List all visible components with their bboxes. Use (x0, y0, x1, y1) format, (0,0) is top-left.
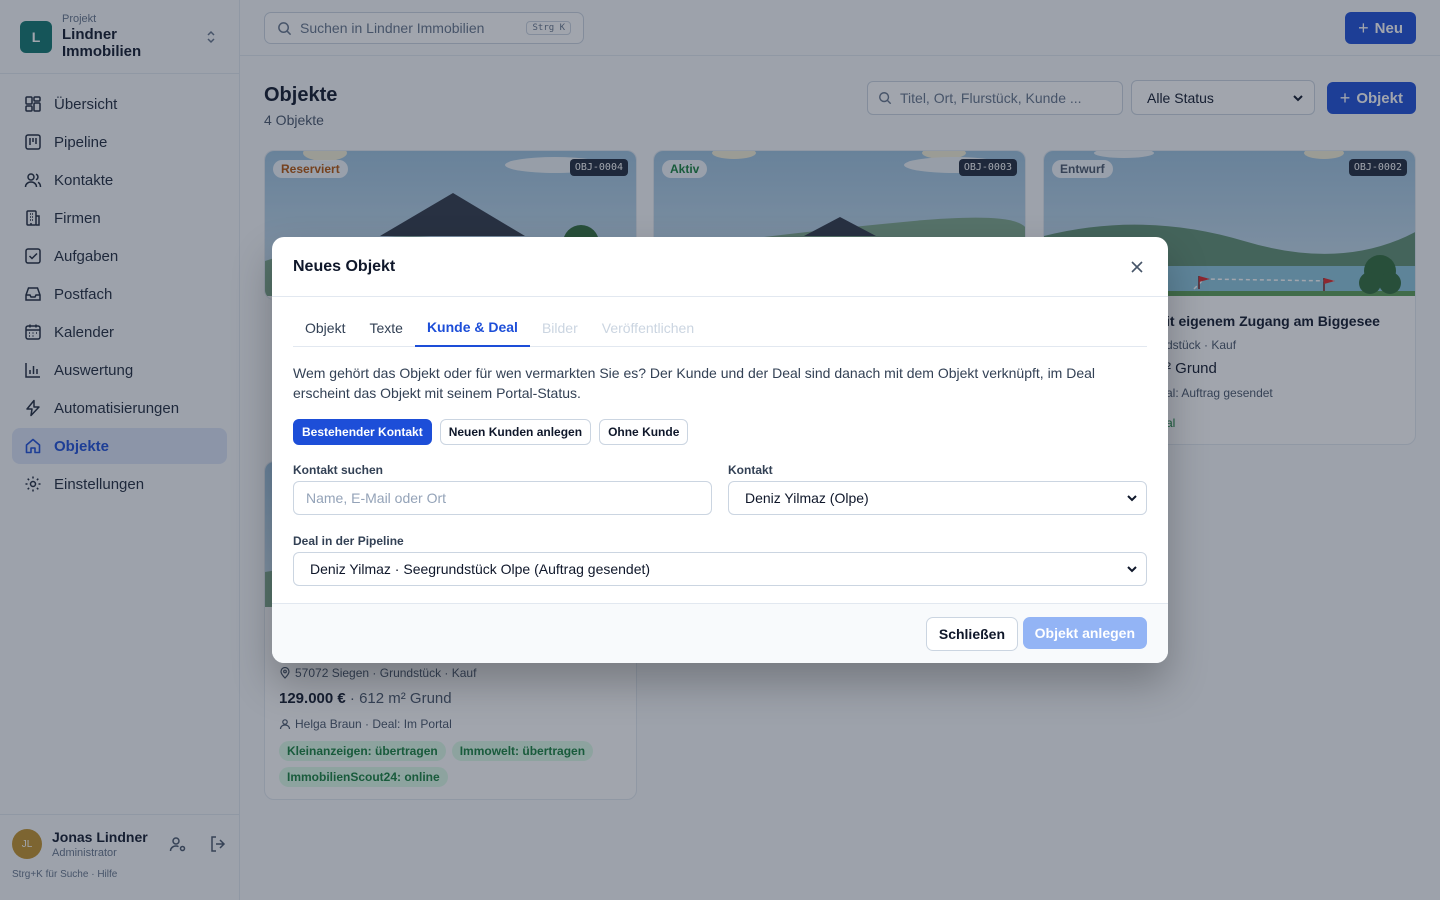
no-customer-option[interactable]: Ohne Kunde (599, 419, 689, 445)
contact-search-label: Kontakt suchen (293, 463, 384, 477)
close-button[interactable]: Schließen (925, 617, 1018, 651)
dialog-header: Neues Objekt (272, 237, 1168, 297)
tab-texte[interactable]: Texte (357, 309, 414, 347)
chevron-down-icon (1127, 495, 1137, 502)
tab-bilder: Bilder (541, 320, 578, 336)
chevron-down-icon (1127, 566, 1137, 573)
dialog-description: Wem gehört das Objekt oder für wen verma… (293, 365, 1096, 401)
new-customer-option[interactable]: Neuen Kunden anlegen (439, 419, 592, 445)
tab-kunde-deal[interactable]: Kunde & Deal (414, 309, 530, 347)
contact-label: Kontakt (728, 463, 773, 477)
existing-contact-option[interactable]: Bestehender Kontakt (293, 419, 432, 445)
deal-select-value: Deniz Yilmaz · Seegrundstück Olpe (Auftr… (310, 561, 651, 577)
dialog-footer: Schließen Objekt anlegen (272, 603, 1168, 663)
contact-select[interactable]: Deniz Yilmaz (Olpe) (728, 481, 1147, 515)
customer-mode-toggle: Bestehender Kontakt Neuen Kunden anlegen… (293, 419, 689, 445)
contact-select-value: Deniz Yilmaz (Olpe) (745, 490, 869, 506)
contact-search-input[interactable]: Name, E-Mail oder Ort (293, 481, 712, 515)
dialog-tabs: Objekt Texte Kunde & Deal Bilder Veröffe… (293, 309, 1147, 347)
deal-select[interactable]: Deniz Yilmaz · Seegrundstück Olpe (Auftr… (293, 552, 1147, 586)
tab-veroeffentlichen: Veröffentlichen (601, 320, 695, 336)
new-object-dialog: Neues Objekt Objekt Texte Kunde & Deal B… (272, 237, 1168, 663)
dialog-title: Neues Objekt (293, 257, 396, 275)
tab-objekt[interactable]: Objekt (293, 309, 357, 347)
close-icon[interactable] (1127, 257, 1147, 277)
deal-label: Deal in der Pipeline (293, 534, 404, 548)
create-object-button[interactable]: Objekt anlegen (1022, 617, 1147, 649)
